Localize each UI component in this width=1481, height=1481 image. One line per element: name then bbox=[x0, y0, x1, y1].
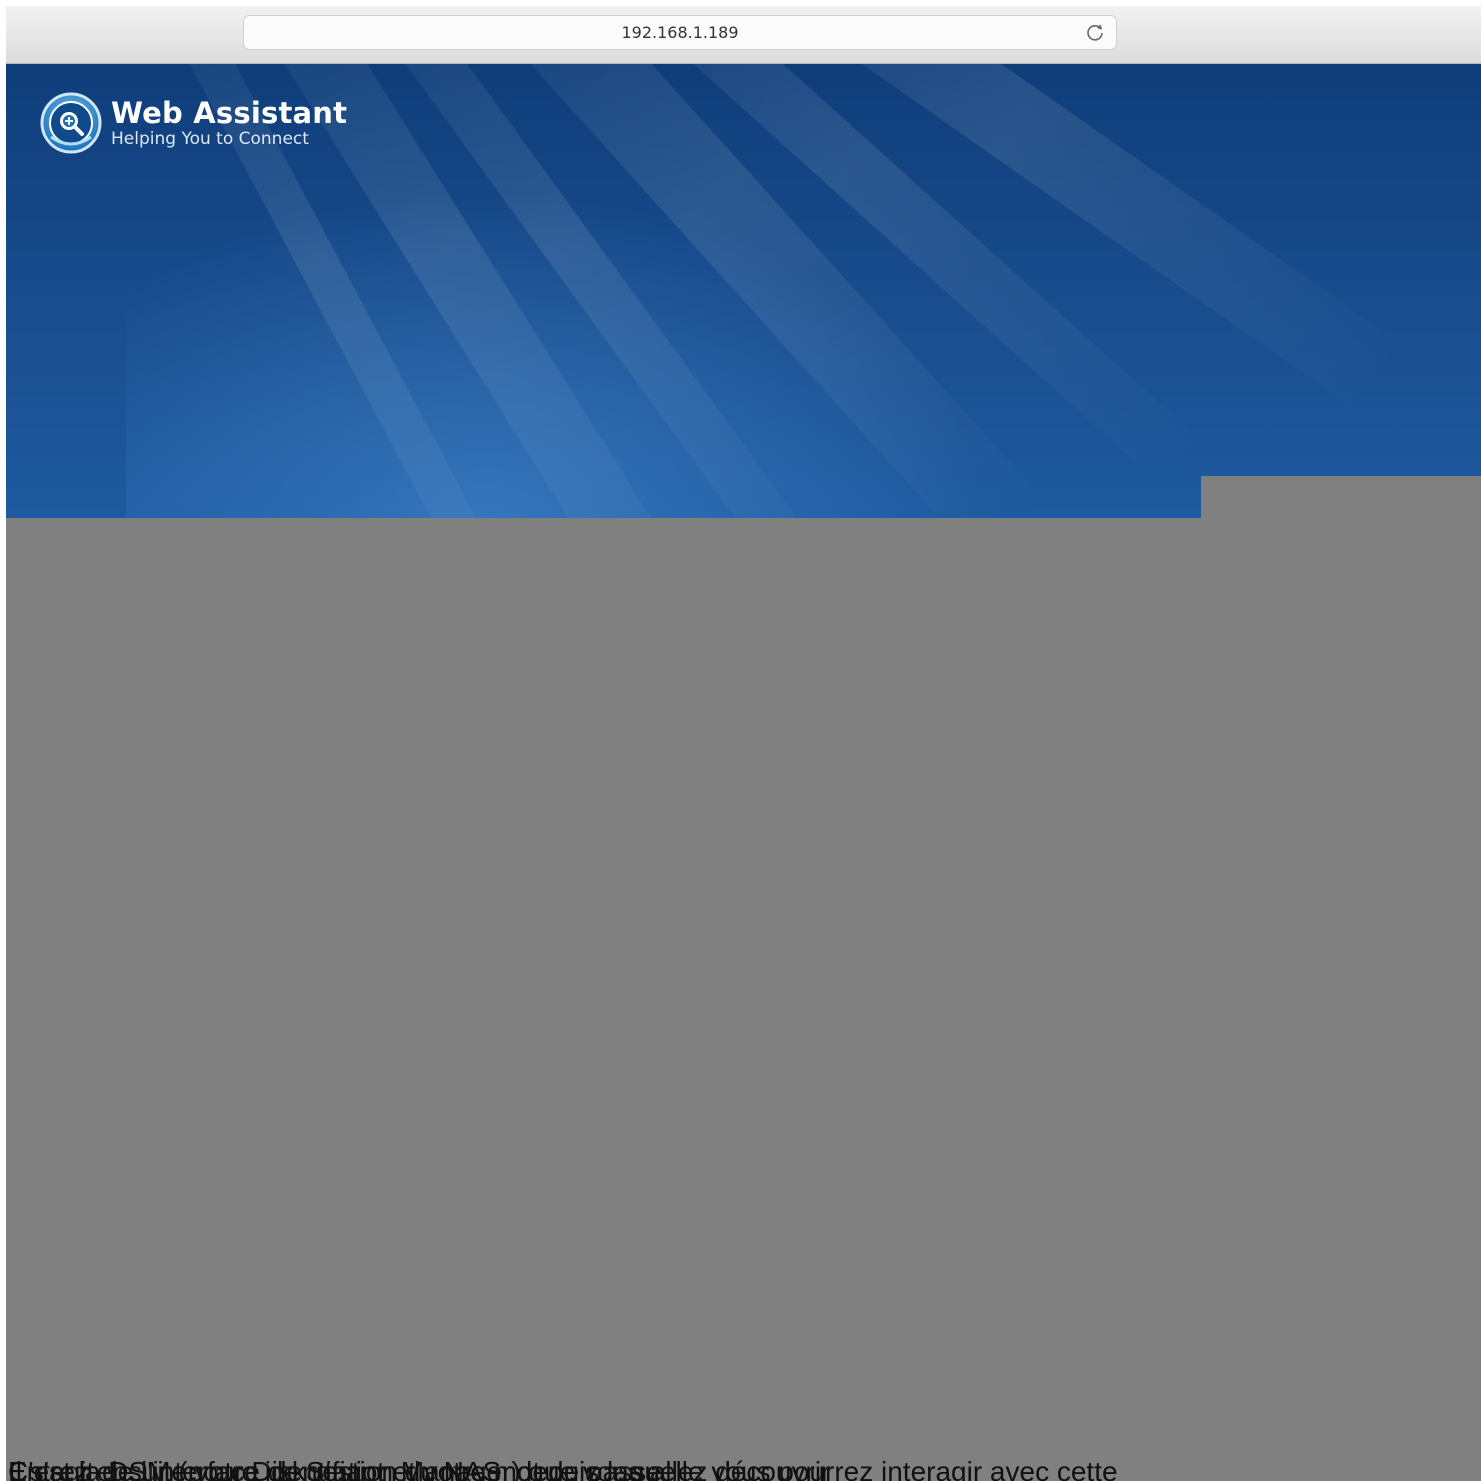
header-banner: Web Assistant Helping You to Connect bbox=[6, 64, 1481, 518]
reload-icon[interactable] bbox=[1084, 22, 1106, 44]
logo-text: Web Assistant Helping You to Connect bbox=[111, 97, 347, 149]
overlapping-caption: Entrez ensuite votre identifiant et votr… bbox=[6, 1450, 1481, 1481]
gray-overlay bbox=[6, 518, 1481, 1481]
browser-window: 192.168.1.189 Web Assistant Helping You … bbox=[6, 6, 1481, 1481]
app-logo[interactable]: Web Assistant Helping You to Connect bbox=[39, 91, 347, 155]
browser-toolbar: 192.168.1.189 bbox=[6, 6, 1481, 64]
overlay-notch bbox=[1201, 476, 1481, 518]
magnifier-plus-icon bbox=[40, 92, 102, 154]
caption-line: Il s'agit de l'interface de gestion du N… bbox=[8, 1456, 1118, 1481]
app-title: Web Assistant bbox=[111, 96, 348, 130]
app-subtitle: Helping You to Connect bbox=[111, 129, 309, 149]
address-bar[interactable]: 192.168.1.189 bbox=[244, 16, 1116, 49]
url-text[interactable]: 192.168.1.189 bbox=[244, 16, 1116, 49]
